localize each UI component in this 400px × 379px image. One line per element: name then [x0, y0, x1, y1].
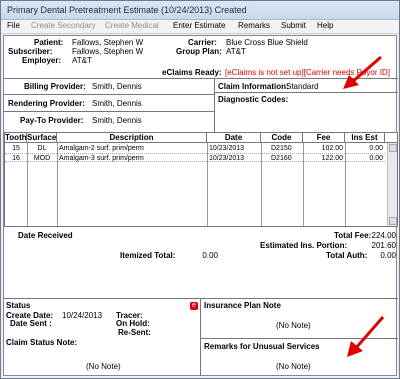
title-bar[interactable]: Primary Dental Pretreatment Estimate (10…: [1, 1, 399, 20]
col-description[interactable]: Description: [57, 133, 207, 143]
patient-value: Fallows, Stephen W: [72, 38, 144, 47]
estimate-content: Patient: Fallows, Stephen W Subscriber: …: [3, 35, 398, 376]
status-title: Status: [6, 301, 31, 310]
on-hold-label: On Hold:: [116, 319, 150, 328]
patient-label: Patient:: [34, 38, 64, 47]
menu-create-medical[interactable]: Create Medical: [105, 21, 159, 30]
col-fee[interactable]: Fee: [303, 133, 345, 143]
estimate-window: Primary Dental Pretreatment Estimate (10…: [0, 0, 400, 379]
total-auth-label: Total Auth:: [326, 251, 368, 260]
code-cell: D2150: [271, 145, 292, 152]
table-row[interactable]: 16 MOD Amalgam-3 surf. prim/perm 10/23/2…: [5, 153, 385, 162]
menu-create-secondary[interactable]: Create Secondary: [31, 21, 95, 30]
insurance-plan-note-value[interactable]: (No Note): [276, 321, 311, 330]
payto-provider-value[interactable]: Smith, Dennis: [92, 116, 142, 125]
divider: [200, 298, 201, 376]
group-plan-value: AT&T: [226, 47, 246, 56]
billing-provider-label: Billing Provider:: [24, 82, 86, 91]
divider: [345, 143, 346, 226]
claim-information-label: Claim Information:: [218, 82, 289, 91]
itemized-total-label: Itemized Total:: [120, 251, 176, 260]
table-scrollbar[interactable]: [387, 143, 397, 226]
claim-status-note-label: Claim Status Note:: [6, 338, 78, 347]
estimated-ins-value: 201.60: [371, 241, 396, 250]
scroll-down-icon[interactable]: [389, 217, 397, 225]
edit-icon[interactable]: e: [190, 302, 198, 310]
re-sent-label: Re-Sent:: [118, 328, 151, 337]
claim-status-note-value[interactable]: (No Note): [86, 362, 121, 371]
divider: [4, 94, 214, 95]
divider: [27, 143, 28, 226]
divider: [214, 78, 215, 132]
claim-information-value[interactable]: Standard: [286, 82, 318, 91]
surface-cell: DL: [37, 145, 47, 152]
group-plan-label: Group Plan:: [176, 47, 222, 56]
employer-value: AT&T: [72, 56, 92, 65]
ins-est-cell: 0.00: [369, 155, 383, 162]
diagnostic-codes-label: Diagnostic Codes:: [218, 95, 289, 104]
carrier-label: Carrier:: [188, 38, 217, 47]
window-title: Primary Dental Pretreatment Estimate (10…: [7, 5, 247, 15]
menu-enter-estimate[interactable]: Enter Estimate: [173, 21, 225, 30]
col-tooth[interactable]: Tooth: [5, 133, 27, 143]
divider: [4, 111, 214, 112]
total-auth-value: 0.00: [380, 251, 396, 260]
date-cell: 10/23/2013: [209, 155, 245, 162]
divider: [303, 143, 304, 226]
col-code[interactable]: Code: [261, 133, 303, 143]
table-header-row: Tooth Surface Description Date Code Fee …: [5, 133, 397, 143]
menu-file[interactable]: File: [7, 21, 20, 30]
scroll-up-icon[interactable]: [389, 144, 397, 152]
tooth-cell: 15: [12, 145, 20, 152]
col-date[interactable]: Date: [207, 133, 261, 143]
eclaims-label: eClaims Ready:: [162, 68, 222, 77]
unusual-services-value[interactable]: (No Note): [276, 362, 311, 371]
menu-remarks[interactable]: Remarks: [238, 21, 270, 30]
description-cell: Amalgam-2 surf. prim/perm: [59, 145, 144, 152]
carrier-value: Blue Cross Blue Shield: [226, 38, 308, 47]
col-ins-est[interactable]: Ins Est: [345, 133, 385, 143]
menu-bar: File Create Secondary Create Medical Ent…: [1, 20, 399, 34]
red-arrow-icon: [343, 55, 382, 89]
billing-provider-value[interactable]: Smith, Dennis: [92, 82, 142, 91]
procedure-table: Tooth Surface Description Date Code Fee …: [4, 132, 398, 227]
itemized-total-value: 0.00: [202, 251, 218, 260]
employer-label: Employer:: [22, 56, 62, 65]
table-row[interactable]: 15 DL Amalgam-2 surf. prim/perm 10/23/20…: [5, 144, 385, 153]
tooth-cell: 16: [12, 155, 20, 162]
subscriber-value: Fallows, Stephen W: [72, 47, 144, 56]
fee-cell: 102.00: [321, 145, 343, 152]
menu-help[interactable]: Help: [317, 21, 333, 30]
date-sent-label: Date Sent :: [10, 319, 52, 328]
divider: [261, 143, 262, 226]
menu-submit[interactable]: Submit: [281, 21, 306, 30]
surface-cell: MOD: [33, 155, 51, 162]
rendering-provider-label: Rendering Provider:: [8, 99, 85, 108]
estimated-ins-label: Estimated Ins. Portion:: [260, 241, 348, 250]
fee-cell: 122.00: [321, 155, 343, 162]
date-cell: 10/23/2013: [209, 145, 245, 152]
description-cell: Amalgam-3 surf. prim/perm: [59, 155, 144, 162]
create-date-value: 10/24/2013: [62, 311, 103, 320]
divider: [4, 298, 398, 299]
total-fee-value: 224.00: [371, 231, 396, 240]
insurance-plan-note-title: Insurance Plan Note: [204, 301, 281, 310]
ins-est-cell: 0.00: [369, 145, 383, 152]
subscriber-label: Subscriber:: [8, 47, 53, 56]
date-received-label: Date Received: [18, 231, 73, 240]
unusual-services-title: Remarks for Unusual Services: [204, 342, 320, 351]
divider: [57, 143, 58, 226]
rendering-provider-value[interactable]: Smith, Dennis: [92, 99, 142, 108]
divider: [207, 143, 208, 226]
col-surface[interactable]: Surface: [27, 133, 57, 143]
code-cell: D2160: [271, 155, 292, 162]
payto-provider-label: Pay-To Provider:: [20, 116, 84, 125]
red-arrow-icon: [347, 316, 385, 357]
